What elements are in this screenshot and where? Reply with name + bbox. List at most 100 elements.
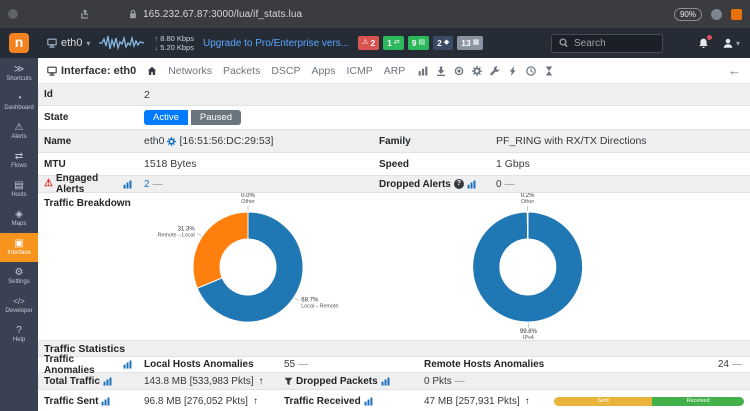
sidebar-item-flows[interactable]: ⇄Flows [0,146,38,175]
browser-profile-icon[interactable] [711,9,722,20]
badge-alert-icon: ⚠ [362,39,368,47]
sidebar-item-hosts[interactable]: ▤Hosts [0,175,38,204]
address-bar[interactable]: 165.232.67.87:3000/lua/if_stats.lua [128,9,302,20]
download-icon[interactable] [436,66,446,76]
dropped-packets-value: 0 Pkts [424,376,452,387]
live-capture-icon[interactable] [454,66,464,76]
traffic-sparkline[interactable] [99,34,145,52]
row-name: Name eth0 [16:51:56:DC:29:53] Family PF_… [38,130,750,153]
search-box[interactable] [551,34,663,53]
tab-icmp[interactable]: ICMP [346,65,372,77]
search-input[interactable] [574,38,652,49]
browser-extension-icon[interactable] [731,9,742,20]
speed-value: 1 Gbps [490,158,750,170]
row-traffic-breakdown: Traffic Breakdown 68.7%Local→Remote31.3%… [38,193,750,341]
speed-label: Speed [373,159,490,170]
sidebar-item-help[interactable]: ?Help [0,320,38,349]
total-traffic-chart-icon[interactable] [103,377,112,386]
engaged-alerts-label: Engaged Alerts [56,173,120,195]
dropped-packets-chart-icon[interactable] [381,377,390,386]
upgrade-link[interactable]: Upgrade to Pro/Enterprise vers... [203,38,349,49]
donut-slice-Other [527,212,528,239]
name-label: Name [38,136,138,147]
sidebar-item-settings[interactable]: ⚙Settings [0,262,38,291]
engaged-alerts-badge[interactable]: ⚠2 [358,36,379,50]
mtu-value: 1518 Bytes [138,158,373,170]
hosts-badge[interactable]: 9▤ [408,36,429,50]
back-arrow-icon[interactable]: ← [728,63,741,78]
clock-icon[interactable] [526,66,536,76]
home-glyph-icon [147,66,157,76]
traffic-direction-donut-chart[interactable]: 68.7%Local→Remote31.3%Remote→Local0.0%Ot… [138,193,418,341]
share-icon[interactable] [80,9,90,19]
sidebar-item-dashboard[interactable]: ◔Dashboard [0,88,38,117]
engaged-alerts-count[interactable]: 2 [144,179,150,190]
state-active-button[interactable]: Active [144,110,188,125]
interface-config-gear-icon[interactable] [167,137,176,146]
sidebar-item-alerts[interactable]: ⚠Alerts [0,117,38,146]
users-badge[interactable]: 13▦ [457,36,483,50]
settings-gear-icon[interactable] [472,66,482,76]
notification-dot [707,35,712,40]
remote-hosts-anomalies-label: Remote Hosts Anomalies [424,359,544,370]
tab-apps[interactable]: Apps [312,65,336,77]
flows-badge[interactable]: 1⇄ [383,36,404,50]
ntopng-logo[interactable]: n [9,33,29,53]
dropped-alerts-label: Dropped Alerts [379,179,451,190]
dropped-alerts-trend: — [505,179,515,190]
hourglass-icon[interactable] [544,66,554,76]
interface-selector[interactable]: eth0 ▾ [47,37,90,49]
bolt-icon[interactable] [508,66,518,76]
dropped-alerts-chart-icon[interactable] [467,180,476,189]
help-icon: ? [16,325,22,336]
download-arrow-icon: ↓ [154,43,158,52]
row-alerts: ⚠ Engaged Alerts 2 — Dropped Alerts ? [38,176,750,193]
hosts-icon: ▤ [14,180,23,191]
dropped-packets-icon [284,377,293,386]
battery-indicator: 90% [674,8,702,21]
tab-dscp[interactable]: DSCP [271,65,300,77]
ntopng-navbar: n eth0 ▾ ↑8.80 Kbps ↓5.20 Kbps Upgrade t… [0,28,750,58]
dropped-alerts-help-icon[interactable]: ? [454,179,464,189]
browser-tab-icon[interactable] [8,9,18,19]
traffic-received-chart-icon[interactable] [364,397,373,406]
tab-networks[interactable]: Networks [168,65,212,77]
state-label: State [38,112,138,123]
traffic-anomalies-chart-icon[interactable] [123,360,132,369]
traffic-sent-chart-icon[interactable] [101,397,110,406]
traffic-protocol-donut-chart[interactable]: 99.8%IPv40.2%Other [418,193,698,341]
warning-icon: ⚠ [44,179,53,189]
engaged-alerts-chart-icon[interactable] [123,180,132,189]
sidebar-item-maps[interactable]: ◈Maps [0,204,38,233]
timeseries-chart-icon[interactable] [418,66,428,76]
sidebar-item-interface[interactable]: ▣Interface [0,233,38,262]
wrench-icon[interactable] [490,66,500,76]
dropped-packets-label: Dropped Packets [296,376,378,387]
svg-text:IPv4: IPv4 [523,335,534,341]
notifications-button[interactable] [698,37,709,49]
user-menu[interactable]: ▾ [723,38,740,48]
tab-arp[interactable]: ARP [384,65,406,77]
mtu-label: MTU [38,159,138,170]
traffic-breakdown-label: Traffic Breakdown [38,193,138,209]
home-icon[interactable] [147,65,157,77]
remote-hosts-anomalies-trend: — [732,359,742,370]
sidebar-item-developer[interactable]: </>Developer [0,291,38,320]
dashboard-icon: ◔ [16,93,22,104]
local-hosts-anomalies-trend: — [298,359,308,370]
alerts-icon: ⚠ [15,122,24,133]
toolbar-icons [418,66,554,76]
sidebar-item-shortcuts[interactable]: ≫Shortcuts [0,59,38,88]
state-paused-button[interactable]: Paused [191,110,241,125]
badge-hosts-icon: ▤ [419,39,426,47]
url-text[interactable]: 165.232.67.87:3000/lua/if_stats.lua [143,9,302,20]
id-label: Id [38,89,138,100]
devices-badge[interactable]: 2◆ [433,36,453,50]
lock-icon[interactable] [128,9,138,19]
status-badges: ⚠2 1⇄ 9▤ 2◆ 13▦ [358,36,483,50]
row-total-traffic: Total Traffic 143.8 MB [533,983 Pkts] ↑ … [38,373,750,390]
tab-packets[interactable]: Packets [223,65,260,77]
traffic-sent-trend-icon: ↑ [253,396,258,407]
row-traffic-sent: Traffic Sent 96.8 MB [276,052 Pkts] ↑ Tr… [38,390,750,411]
dropped-packets-trend: — [455,376,465,387]
